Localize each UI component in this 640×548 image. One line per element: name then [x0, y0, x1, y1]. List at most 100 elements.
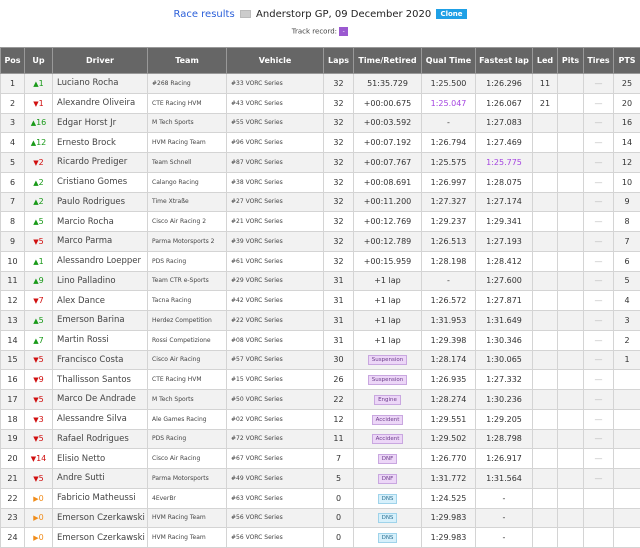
- laps-led: [532, 527, 558, 548]
- position: 24: [0, 527, 25, 548]
- team-name: Rossi Competizione: [147, 329, 227, 351]
- change-value: 2: [38, 197, 44, 207]
- column-header-up[interactable]: Up: [24, 47, 53, 74]
- table-row: 10 ▲1 Alessandro Loepper PDS Racing #61 VORC…: [0, 250, 640, 272]
- tires: —: [583, 290, 614, 311]
- vehicle-name: #27 VORC Series: [226, 191, 324, 213]
- laps: 0: [323, 527, 354, 548]
- team-name: Team Schnell: [147, 152, 227, 173]
- clone-button[interactable]: Clone: [436, 9, 467, 19]
- time-retired: DNS: [353, 527, 422, 548]
- pits: [557, 171, 584, 193]
- points: 7: [613, 231, 640, 252]
- change-value: 5: [38, 473, 44, 483]
- driver-name: Alex Dance: [52, 290, 148, 311]
- position-change: ▼5: [24, 389, 53, 410]
- pits: [557, 211, 584, 232]
- tires: —: [583, 231, 614, 252]
- position: 11: [0, 270, 25, 292]
- qual-time: 1:29.983: [421, 507, 476, 529]
- position: 12: [0, 290, 25, 311]
- tires: —: [583, 349, 614, 371]
- column-header-team[interactable]: Team: [147, 47, 227, 74]
- time-retired: +1 lap: [353, 329, 422, 351]
- team-name: Cisco Air Racing: [147, 448, 227, 469]
- team-name: PDS Racing: [147, 250, 227, 272]
- column-header-vehicle[interactable]: Vehicle: [226, 47, 324, 74]
- pits: [557, 527, 584, 548]
- qual-time: 1:28.174: [421, 349, 476, 371]
- vehicle-name: #39 VORC Series: [226, 231, 324, 252]
- points: 25: [613, 73, 640, 94]
- qual-time: 1:28.274: [421, 389, 476, 410]
- race-results-link[interactable]: Race results: [173, 9, 234, 20]
- tires: —: [583, 191, 614, 213]
- flag-icon: [239, 10, 251, 18]
- column-header-pts[interactable]: PTS: [613, 47, 640, 74]
- vehicle-name: #96 VORC Series: [226, 132, 324, 153]
- laps-led: 11: [532, 73, 558, 94]
- driver-name: Emerson Barina: [52, 310, 148, 331]
- vehicle-name: #21 VORC Series: [226, 211, 324, 232]
- laps-led: [532, 408, 558, 430]
- tires: —: [583, 428, 614, 450]
- position-change: ▲1: [24, 73, 53, 94]
- tires: —: [583, 408, 614, 430]
- fastest-lap: 1:30.065: [475, 349, 533, 371]
- laps: 32: [323, 211, 354, 232]
- driver-name: Ernesto Brock: [52, 132, 148, 153]
- time-retired: Accident: [353, 408, 422, 430]
- time-retired: +1 lap: [353, 310, 422, 331]
- vehicle-name: #56 VORC Series: [226, 507, 324, 529]
- tires: —: [583, 389, 614, 410]
- laps-led: [532, 487, 558, 509]
- time-retired: +1 lap: [353, 270, 422, 292]
- pits: [557, 73, 584, 94]
- pits: [557, 191, 584, 213]
- laps: 32: [323, 152, 354, 173]
- laps: 32: [323, 171, 354, 193]
- points: 9: [613, 191, 640, 213]
- points: 20: [613, 92, 640, 114]
- position-change: ▲2: [24, 191, 53, 213]
- laps-led: [532, 448, 558, 469]
- driver-name: Alessandro Loepper: [52, 250, 148, 272]
- position: 3: [0, 112, 25, 134]
- team-name: HVM Racing Team: [147, 507, 227, 529]
- column-header-tires[interactable]: Tires: [583, 47, 614, 74]
- change-value: 2: [38, 157, 44, 167]
- change-value: 0: [38, 533, 44, 543]
- table-row: 18 ▼3 Alessandre Silva Ale Games Racing #02 …: [0, 408, 640, 430]
- column-header-time-retired[interactable]: Time/Retired: [353, 47, 422, 74]
- retired-badge: Engine: [374, 394, 401, 405]
- position-change: ▼5: [24, 231, 53, 252]
- laps-led: [532, 290, 558, 311]
- position-change: ▲5: [24, 310, 53, 331]
- table-row: 16 ▼9 Thallisson Santos CTE Racing HVM #15 V…: [0, 369, 640, 390]
- column-header-led[interactable]: Led: [532, 47, 558, 74]
- retired-badge: DNS: [377, 533, 398, 544]
- column-header-qual-time[interactable]: Qual Time: [421, 47, 476, 74]
- position-change: ▲9: [24, 270, 53, 292]
- column-header-fastest-lap[interactable]: Fastest lap: [475, 47, 533, 74]
- points: [613, 408, 640, 430]
- time-retired: Accident: [353, 428, 422, 450]
- fastest-lap: 1:30.236: [475, 389, 533, 410]
- table-row: 20 ▼14 Elisio Netto Cisco Air Racing #67 VOR…: [0, 448, 640, 469]
- driver-name: Marcio Rocha: [52, 211, 148, 232]
- qual-time: -: [421, 112, 476, 134]
- retired-badge: DNS: [377, 493, 398, 504]
- fastest-lap: 1:27.193: [475, 231, 533, 252]
- column-header-laps[interactable]: Laps: [323, 47, 354, 74]
- position-change: ▶0: [24, 507, 53, 529]
- driver-name: Emerson Czerkawski: [52, 527, 148, 548]
- vehicle-name: #33 VORC Series: [226, 73, 324, 94]
- column-header-pits[interactable]: Pits: [557, 47, 584, 74]
- column-header-pos[interactable]: Pos: [0, 47, 25, 74]
- column-header-driver[interactable]: Driver: [52, 47, 148, 74]
- driver-name: Lino Palladino: [52, 270, 148, 292]
- team-name: Parma Motorsports 2: [147, 231, 227, 252]
- laps-led: 21: [532, 92, 558, 114]
- change-value: 5: [38, 355, 44, 365]
- track-record-badge[interactable]: -: [339, 27, 349, 36]
